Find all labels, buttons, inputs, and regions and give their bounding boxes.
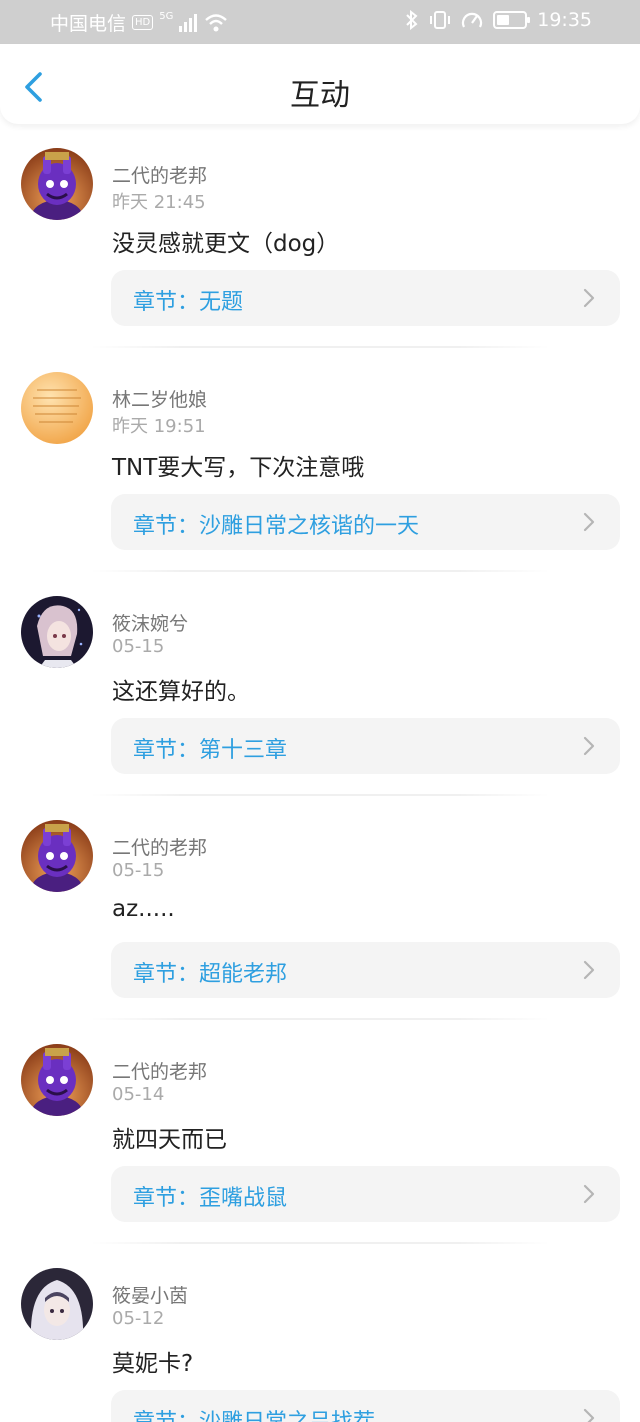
- username[interactable]: 二代的老邦: [112, 161, 207, 188]
- carrier-label: 中国电信: [50, 13, 127, 35]
- comment-list: 二代的老邦 昨天 21:45 没灵感就更文（dog） 章节：无题 林二岁他娘 昨…: [0, 124, 640, 1422]
- clock: 19:35: [537, 9, 592, 31]
- chevron-right-icon: [583, 288, 595, 308]
- comment-time: 05-12: [112, 1308, 165, 1329]
- comment-item: 筱沫婉兮 05-15 这还算好的。 章节：第十三章: [0, 572, 640, 796]
- username[interactable]: 二代的老邦: [112, 833, 207, 860]
- comment-time: 昨天 19:51: [112, 416, 206, 437]
- page-title: 互动: [290, 78, 350, 113]
- chevron-right-icon: [583, 1408, 595, 1422]
- comment-time: 05-15: [112, 860, 165, 881]
- username[interactable]: 二代的老邦: [112, 1057, 207, 1084]
- chapter-label: 章节：歪嘴战鼠: [133, 1186, 288, 1211]
- status-bar: 中国电信 HD 5G 19:35: [0, 0, 640, 44]
- chapter-label: 章节：第十三章: [133, 738, 288, 763]
- comment-time: 05-15: [112, 636, 165, 657]
- comment-text: TNT要大写，下次注意哦: [112, 455, 365, 481]
- bluetooth-icon: [406, 10, 418, 30]
- comment-text: az.....: [112, 896, 175, 922]
- comment-item: 筱晏小茵 05-12 莫妮卡? 章节：沙雕日常之吕找茬: [0, 1244, 640, 1422]
- anime-character-avatar[interactable]: [21, 596, 93, 668]
- chevron-right-icon: [583, 512, 595, 532]
- wifi-icon: [205, 13, 228, 31]
- comment-time: 05-14: [112, 1084, 165, 1105]
- comment-text: 这还算好的。: [112, 679, 250, 705]
- comment-item: 林二岁他娘 昨天 19:51 TNT要大写，下次注意哦 章节：沙雕日常之核谐的一…: [0, 348, 640, 572]
- comment-text: 没灵感就更文（dog）: [112, 231, 340, 257]
- header: 互动: [0, 44, 640, 124]
- chapter-label: 章节：沙雕日常之吕找茬: [133, 1404, 375, 1422]
- comment-item: 二代的老邦 05-14 就四天而已 章节：歪嘴战鼠: [0, 1020, 640, 1244]
- chapter-label: 章节：无题: [133, 290, 244, 315]
- orange-paper-avatar[interactable]: [21, 372, 93, 444]
- comment-item: 二代的老邦 05-15 az..... 章节：超能老邦: [0, 796, 640, 1020]
- chapter-link-card[interactable]: 章节：第十三章: [111, 718, 620, 774]
- chevron-right-icon: [583, 1184, 595, 1204]
- battery-level: [497, 15, 509, 25]
- hd-badge: HD: [132, 15, 154, 30]
- chapter-link-card[interactable]: 章节：歪嘴战鼠: [111, 1166, 620, 1222]
- speedometer-icon: [462, 12, 483, 28]
- chevron-right-icon: [583, 960, 595, 980]
- chapter-label: 章节：沙雕日常之核谐的一天: [133, 514, 420, 539]
- chapter-link-card[interactable]: 章节：超能老邦: [111, 942, 620, 998]
- chapter-link-card[interactable]: 章节：无题: [111, 270, 620, 326]
- comment-item: 二代的老邦 昨天 21:45 没灵感就更文（dog） 章节：无题: [0, 124, 640, 348]
- username[interactable]: 林二岁他娘: [112, 385, 207, 412]
- username[interactable]: 筱沫婉兮: [112, 609, 188, 636]
- comment-text: 莫妮卡?: [112, 1351, 194, 1377]
- comment-text: 就四天而已: [112, 1127, 227, 1153]
- purple-character-avatar[interactable]: [21, 1044, 93, 1116]
- hooded-character-avatar[interactable]: [21, 1268, 93, 1340]
- chapter-link-card[interactable]: 章节：沙雕日常之核谐的一天: [111, 494, 620, 550]
- network-label: 5G: [159, 11, 174, 22]
- chapter-label: 章节：超能老邦: [133, 962, 288, 987]
- purple-character-avatar[interactable]: [21, 820, 93, 892]
- status-right: 19:35: [405, 9, 592, 31]
- vibrate-icon: [430, 11, 451, 29]
- signal-icon: [179, 13, 198, 32]
- chapter-link-card[interactable]: 章节：沙雕日常之吕找茬: [111, 1390, 620, 1422]
- purple-character-avatar[interactable]: [21, 148, 93, 220]
- battery-icon: [493, 11, 531, 29]
- username[interactable]: 筱晏小茵: [112, 1281, 188, 1308]
- comment-feed[interactable]: 二代的老邦 昨天 21:45 没灵感就更文（dog） 章节：无题 林二岁他娘 昨…: [0, 124, 640, 1422]
- status-left: 中国电信 HD 5G: [50, 9, 228, 36]
- chevron-right-icon: [583, 736, 595, 756]
- comment-time: 昨天 21:45: [112, 192, 206, 213]
